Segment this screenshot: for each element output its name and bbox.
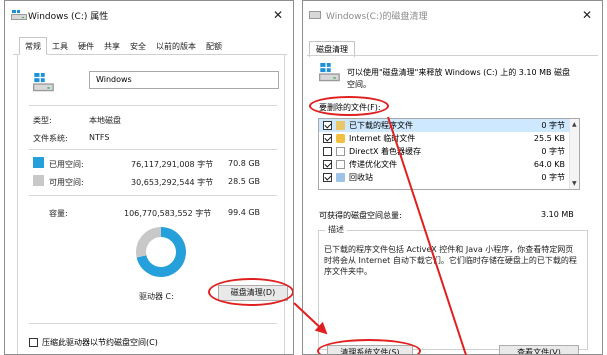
view-files-button[interactable]: 查看文件(V) <box>499 345 579 354</box>
folder-icon <box>336 121 345 130</box>
drive-name-input[interactable]: Windows <box>89 71 279 89</box>
type-value: 本地磁盘 <box>89 116 121 125</box>
list-item[interactable]: 传递优化文件 64.0 KB <box>319 158 579 171</box>
free-space-bytes: 30,653,292,544 字节 <box>131 178 214 187</box>
description-title: 描述 <box>325 224 347 235</box>
properties-tabs: 常规 工具 硬件 共享 安全 以前的版本 配额 <box>5 37 293 55</box>
cleanup-info-text: 可以使用"磁盘清理"来释放 Windows (C:) 上的 3.10 MB 磁盘… <box>347 68 571 89</box>
list-scrollbar[interactable]: ▲ ▼ <box>569 119 579 189</box>
divider <box>29 195 277 196</box>
file-checkbox[interactable] <box>323 173 332 182</box>
highlight-ellipse <box>309 96 389 116</box>
free-space-swatch <box>33 175 44 186</box>
compress-label: 压缩此驱动器以节约磁盘空间(C) <box>42 338 158 347</box>
lock-icon <box>336 134 345 143</box>
cleanup-title: Windows(C:)的磁盘清理 <box>326 11 428 22</box>
total-space-label: 可获得的磁盘空间总量: <box>319 211 402 220</box>
properties-title: Windows (C:) 属性 <box>28 11 109 22</box>
type-label: 类型: <box>33 116 52 125</box>
list-item[interactable]: 已下载的程序文件 0 字节 <box>319 119 579 132</box>
tabs-divider <box>307 55 598 56</box>
filesystem-label: 文件系统: <box>33 134 68 143</box>
tab-general[interactable]: 常规 <box>19 37 47 55</box>
capacity-bytes: 106,770,583,552 字节 <box>124 209 212 218</box>
compress-checkbox[interactable] <box>29 338 38 347</box>
highlight-ellipse <box>208 278 293 306</box>
tab-panel <box>17 54 285 354</box>
scroll-down-icon[interactable]: ▼ <box>572 180 577 187</box>
drive-large-icon <box>319 63 340 82</box>
file-size: 25.5 KB <box>533 134 565 143</box>
divider <box>29 149 277 150</box>
tab-security[interactable]: 安全 <box>125 39 151 55</box>
file-checkbox[interactable] <box>323 134 332 143</box>
list-item[interactable]: 回收站 0 字节 <box>319 171 579 184</box>
file-icon <box>336 147 345 156</box>
file-size: 0 字节 <box>541 147 565 156</box>
scroll-up-icon[interactable]: ▲ <box>572 121 577 128</box>
disk-cleanup-icon <box>309 11 321 19</box>
used-space-swatch <box>33 157 44 168</box>
list-item[interactable]: Internet 临时文件 25.5 KB <box>319 132 579 145</box>
files-list[interactable]: 已下载的程序文件 0 字节 Internet 临时文件 25.5 KB Dire… <box>318 118 580 190</box>
description-text: 已下载的程序文件包括 ActiveX 控件和 Java 小程序，你查看特定网页时… <box>324 245 577 276</box>
close-icon[interactable]: ✕ <box>273 8 283 22</box>
tab-tools[interactable]: 工具 <box>47 39 73 55</box>
drive-letter-label: 驱动器 C: <box>139 292 174 301</box>
capacity-label: 容量: <box>49 209 68 218</box>
capacity-gb: 99.4 GB <box>228 208 261 217</box>
file-checkbox[interactable] <box>323 147 332 156</box>
filesystem-value: NTFS <box>89 133 110 142</box>
tab-sharing[interactable]: 共享 <box>99 39 125 55</box>
tab-previous-versions[interactable]: 以前的版本 <box>151 39 201 55</box>
file-size: 0 字节 <box>541 121 565 130</box>
drive-large-icon <box>33 73 54 92</box>
used-space-label: 已用空间: <box>49 160 84 169</box>
drive-icon <box>11 10 27 20</box>
disk-usage-donut <box>136 227 186 277</box>
used-space-bytes: 76,117,291,008 字节 <box>131 160 214 169</box>
tab-quota[interactable]: 配额 <box>201 39 227 55</box>
file-size: 64.0 KB <box>533 160 565 169</box>
recycle-bin-icon <box>336 173 345 182</box>
tab-hardware[interactable]: 硬件 <box>73 39 99 55</box>
divider <box>29 105 277 106</box>
properties-titlebar: Windows (C:) 属性 ✕ <box>5 1 293 29</box>
free-space-gb: 28.5 GB <box>228 177 261 186</box>
file-size: 0 字节 <box>541 173 565 182</box>
properties-window: Windows (C:) 属性 ✕ 常规 工具 硬件 共享 安全 以前的版本 配… <box>4 0 294 355</box>
free-space-label: 可用空间: <box>49 178 84 187</box>
file-icon <box>336 160 345 169</box>
compress-option[interactable]: 压缩此驱动器以节约磁盘空间(C) <box>29 337 158 348</box>
used-space-gb: 70.8 GB <box>228 159 261 168</box>
cleanup-titlebar: Windows(C:)的磁盘清理 ✕ <box>303 1 602 29</box>
total-space-value: 3.10 MB <box>541 210 574 219</box>
disk-cleanup-window: Windows(C:)的磁盘清理 ✕ 磁盘清理 可以使用"磁盘清理"来释放 Wi… <box>302 0 603 355</box>
file-checkbox[interactable] <box>323 160 332 169</box>
list-item[interactable]: DirectX 着色器缓存 0 字节 <box>319 145 579 158</box>
file-checkbox[interactable] <box>323 121 332 130</box>
close-icon[interactable]: ✕ <box>582 8 592 22</box>
divider <box>29 323 277 324</box>
